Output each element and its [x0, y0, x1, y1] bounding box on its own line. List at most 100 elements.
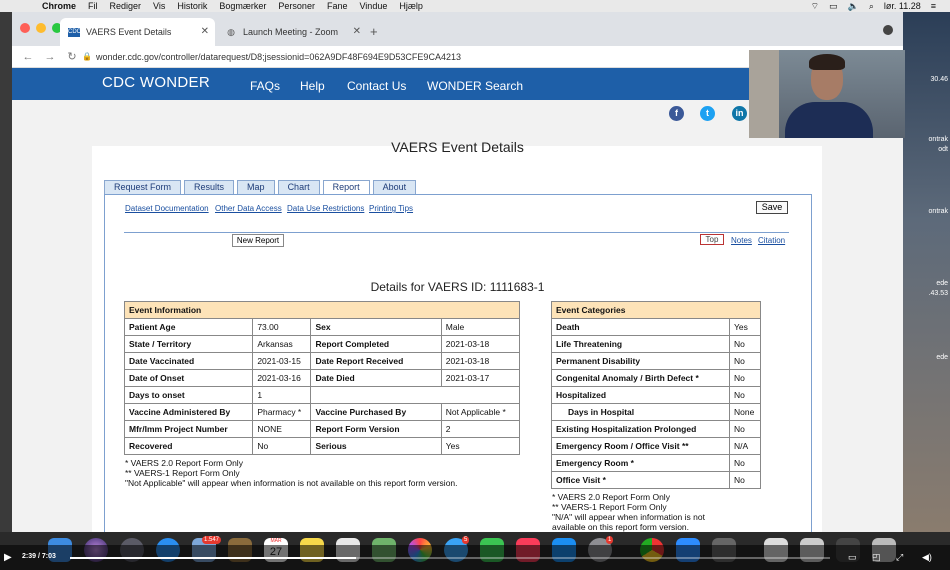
- value-cell: Male: [440, 318, 521, 336]
- mac-menu-bar: Chrome Fil Rediger Vis Historik Bogmærke…: [0, 0, 950, 12]
- value-cell: 2: [440, 420, 521, 438]
- desktop-file-label[interactable]: .43.53: [929, 290, 948, 298]
- desktop-file-label[interactable]: 30.46: [930, 76, 948, 84]
- desktop-file-label[interactable]: ede: [936, 280, 948, 288]
- label-cell: Emergency Room *: [551, 454, 730, 472]
- twitter-icon[interactable]: t: [700, 106, 715, 121]
- footnote: "Not Applicable" will appear when inform…: [125, 478, 458, 488]
- fullscreen-icon[interactable]: ⤢: [896, 552, 903, 563]
- value-cell: No: [729, 335, 761, 353]
- volume-icon[interactable]: ◀): [922, 552, 932, 563]
- desktop-file-label[interactable]: ede: [936, 354, 948, 362]
- tab-report[interactable]: Report: [322, 180, 370, 194]
- link-other-data-access[interactable]: Other Data Access: [215, 204, 282, 213]
- tab-request-form[interactable]: Request Form: [104, 180, 182, 194]
- table-row: Days to onset 1: [123, 386, 520, 404]
- value-cell: NONE: [252, 420, 312, 438]
- webcam-overlay[interactable]: [749, 50, 905, 138]
- value-cell: 2021-03-15: [252, 352, 312, 370]
- menu-item-fane[interactable]: Fane: [327, 1, 348, 11]
- label-cell: Existing Hospitalization Prolonged: [551, 420, 730, 438]
- label-cell: Date Vaccinated: [123, 352, 254, 370]
- linkedin-icon[interactable]: in: [732, 106, 747, 121]
- subtitles-icon[interactable]: ▭: [848, 552, 857, 563]
- desktop-background: 30.46 ontrak odt ontrak ede .43.53 ede: [903, 12, 950, 532]
- label-cell: Mfr/Imm Project Number: [123, 420, 254, 438]
- apple-icon[interactable]: [22, 1, 32, 11]
- value-cell: No: [252, 437, 312, 455]
- value-cell: 2021-03-18: [440, 335, 521, 353]
- label-cell: Permanent Disability: [551, 352, 730, 370]
- tab-about[interactable]: About: [372, 180, 417, 194]
- calendar-month: MAR: [270, 538, 282, 544]
- value-cell: 2021-03-18: [440, 352, 521, 370]
- label-cell: Emergency Room / Office Visit **: [551, 437, 730, 455]
- menu-item-vindue[interactable]: Vindue: [359, 1, 387, 11]
- pip-icon[interactable]: ◰: [872, 552, 881, 563]
- play-icon[interactable]: ▶: [4, 552, 12, 563]
- desktop-file-label[interactable]: ontrak: [929, 208, 948, 216]
- label-cell: Date of Onset: [123, 369, 254, 387]
- value-cell: No: [729, 471, 761, 489]
- link-printing-tips[interactable]: Printing Tips: [369, 204, 413, 213]
- link-data-use-restrictions[interactable]: Data Use Restrictions: [287, 204, 364, 213]
- menu-item-rediger[interactable]: Rediger: [110, 1, 142, 11]
- menu-item-fil[interactable]: Fil: [88, 1, 98, 11]
- video-progress-fill: [70, 557, 356, 559]
- citation-link[interactable]: Citation: [758, 236, 785, 245]
- table-row: Days in Hospital None: [551, 403, 761, 421]
- tab-map[interactable]: Map: [237, 180, 275, 194]
- control-center-icon[interactable]: ≡: [931, 1, 936, 11]
- tab-results[interactable]: Results: [184, 180, 235, 194]
- tab-chart[interactable]: Chart: [277, 180, 320, 194]
- empty-cell: [310, 386, 520, 404]
- menu-item-vis[interactable]: Vis: [153, 1, 165, 11]
- menu-item-bogmaerker[interactable]: Bogmærker: [219, 1, 266, 11]
- facebook-icon[interactable]: f: [669, 106, 684, 121]
- save-button[interactable]: Save: [756, 201, 788, 214]
- table-row: State / Territory Arkansas Report Comple…: [123, 335, 521, 353]
- label-cell: Report Form Version: [310, 420, 442, 438]
- new-report-button[interactable]: New Report: [232, 234, 284, 247]
- top-link[interactable]: Top: [700, 234, 724, 245]
- desktop-file-label[interactable]: odt: [938, 146, 948, 154]
- menu-clock[interactable]: lør. 11.28: [884, 1, 921, 11]
- table-row: Emergency Room / Office Visit ** N/A: [551, 437, 761, 455]
- menu-item-personer[interactable]: Personer: [278, 1, 315, 11]
- video-progress-track[interactable]: [70, 557, 830, 559]
- footnote: ** VAERS-1 Report Form Only: [125, 468, 240, 478]
- label-cell: Report Completed: [310, 335, 442, 353]
- screen-mirror-icon[interactable]: ▭: [829, 1, 838, 12]
- link-dataset-documentation[interactable]: Dataset Documentation: [125, 204, 209, 213]
- value-cell: No: [729, 386, 761, 404]
- label-cell: Life Threatening: [551, 335, 730, 353]
- table-row: Vaccine Administered By Pharmacy * Vacci…: [123, 403, 521, 421]
- value-cell: Not Applicable *: [440, 403, 521, 421]
- webcam-person-hair: [809, 54, 845, 70]
- menu-app-name[interactable]: Chrome: [42, 1, 76, 11]
- desktop-file-label[interactable]: ontrak: [929, 136, 948, 144]
- volume-icon[interactable]: 🔈: [848, 1, 859, 12]
- footnote: ** VAERS-1 Report Form Only: [552, 502, 667, 512]
- table-row: Existing Hospitalization Prolonged No: [551, 420, 761, 438]
- menu-item-historik[interactable]: Historik: [177, 1, 207, 11]
- notes-link[interactable]: Notes: [731, 236, 752, 245]
- wifi-icon[interactable]: ⌔: [811, 1, 819, 12]
- label-cell: Recovered: [123, 437, 254, 455]
- value-cell: No: [729, 369, 761, 387]
- mail-badge: 1.547: [202, 536, 222, 544]
- table-row: Congenital Anomaly / Birth Defect * No: [551, 369, 761, 387]
- table-row: Hospitalized No: [551, 386, 761, 404]
- value-cell: Yes: [440, 437, 521, 455]
- table-row: Death Yes: [551, 318, 761, 336]
- table-header: Event Information: [124, 301, 520, 319]
- label-cell: Days to onset: [123, 386, 254, 404]
- search-icon[interactable]: ⌕: [869, 1, 874, 12]
- video-time: 2:39 / 7:03: [22, 553, 56, 560]
- report-tabs: Request Form Results Map Chart Report Ab…: [104, 180, 417, 194]
- label-cell: Sex: [310, 318, 442, 336]
- menu-item-hjaelp[interactable]: Hjælp: [399, 1, 423, 11]
- value-cell: 2021-03-17: [440, 369, 521, 387]
- value-cell: No: [729, 352, 761, 370]
- table-row: Life Threatening No: [551, 335, 761, 353]
